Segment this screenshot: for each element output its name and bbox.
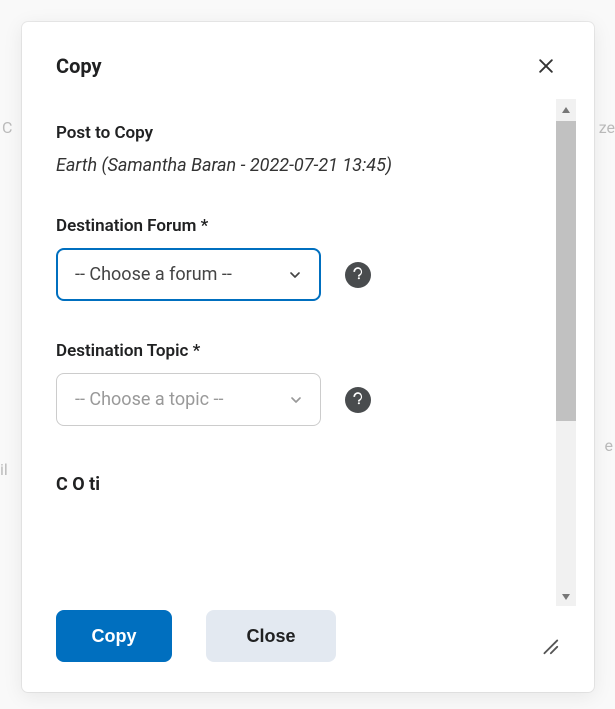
post-to-copy-section: Post to Copy Earth (Samantha Baran - 202… xyxy=(56,123,534,176)
destination-topic-help-button[interactable] xyxy=(345,387,371,413)
destination-topic-select[interactable]: -- Choose a topic -- xyxy=(56,373,321,426)
dialog-content: Post to Copy Earth (Samantha Baran - 202… xyxy=(56,93,594,606)
destination-forum-section: Destination Forum * -- Choose a forum -- xyxy=(56,216,534,301)
destination-topic-label: Destination Topic * xyxy=(56,341,534,361)
background-text: C xyxy=(2,118,12,137)
dialog-header: Copy xyxy=(22,22,594,93)
destination-forum-help-button[interactable] xyxy=(345,262,371,288)
copy-button[interactable]: Copy xyxy=(56,610,172,662)
triangle-down-icon xyxy=(561,587,571,606)
scroll-down-button[interactable] xyxy=(556,586,576,606)
cancel-button[interactable]: Close xyxy=(206,610,336,662)
scrollbar-thumb[interactable] xyxy=(556,121,576,421)
footer-button-group: Copy Close xyxy=(56,610,336,662)
post-to-copy-label: Post to Copy xyxy=(56,123,534,143)
background-text: il xyxy=(0,460,8,479)
question-mark-icon xyxy=(351,390,365,409)
scroll-up-button[interactable] xyxy=(556,99,576,119)
chevron-down-icon xyxy=(288,392,304,408)
triangle-up-icon xyxy=(561,100,571,119)
background-text: ze xyxy=(599,118,615,137)
close-dialog-button[interactable] xyxy=(532,52,560,83)
chevron-down-icon xyxy=(287,267,303,283)
resize-grip-icon xyxy=(538,634,560,660)
copy-dialog: Copy Post to Copy Earth (Samantha Baran … xyxy=(22,22,594,692)
destination-forum-selected-value: -- Choose a forum -- xyxy=(75,264,232,285)
post-to-copy-value: Earth (Samantha Baran - 2022-07-21 13:45… xyxy=(56,155,534,176)
dialog-footer: Copy Close xyxy=(22,606,594,692)
destination-forum-label: Destination Forum * xyxy=(56,216,534,236)
dialog-resize-handle[interactable] xyxy=(538,634,560,662)
dialog-body: Post to Copy Earth (Samantha Baran - 202… xyxy=(22,93,594,606)
close-icon xyxy=(536,56,556,79)
background-text: e xyxy=(605,436,613,455)
question-mark-icon xyxy=(351,265,365,284)
destination-topic-selected-value: -- Choose a topic -- xyxy=(75,389,223,410)
destination-topic-section: Destination Topic * -- Choose a topic -- xyxy=(56,341,534,426)
scrollbar[interactable] xyxy=(556,99,576,606)
dialog-title: Copy xyxy=(56,54,102,78)
cutoff-section-heading: C O ti xyxy=(56,474,534,492)
destination-forum-select[interactable]: -- Choose a forum -- xyxy=(56,248,321,301)
